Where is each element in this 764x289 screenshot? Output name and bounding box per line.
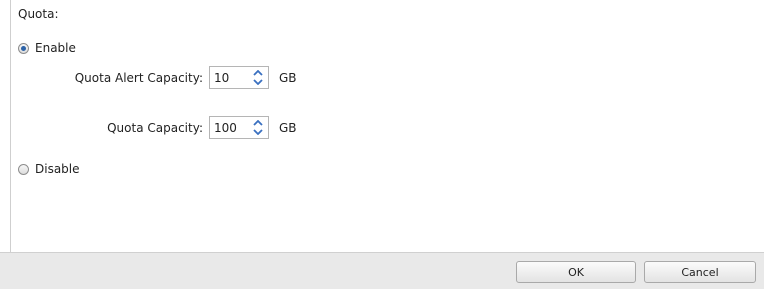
disable-radio-row[interactable]: Disable xyxy=(18,162,80,176)
alert-capacity-input[interactable] xyxy=(210,70,250,85)
capacity-row: Quota Capacity: GB xyxy=(0,116,297,139)
alert-capacity-label: Quota Alert Capacity: xyxy=(74,70,203,85)
disable-radio[interactable] xyxy=(18,163,29,175)
chevron-up-icon[interactable] xyxy=(250,119,266,127)
alert-capacity-spinner[interactable] xyxy=(250,69,266,86)
chevron-down-icon[interactable] xyxy=(250,78,266,86)
alert-capacity-stepper[interactable] xyxy=(209,66,269,89)
disable-label: Disable xyxy=(35,162,80,176)
chevron-up-icon[interactable] xyxy=(250,69,266,77)
capacity-label: Quota Capacity: xyxy=(107,120,203,135)
enable-radio[interactable] xyxy=(18,42,29,54)
enable-radio-row[interactable]: Enable xyxy=(18,41,76,55)
dialog-footer: OK Cancel xyxy=(0,252,764,289)
quota-section-label: Quota: xyxy=(18,7,59,21)
capacity-spinner[interactable] xyxy=(250,119,266,136)
capacity-unit: GB xyxy=(279,120,297,135)
ok-button[interactable]: OK xyxy=(516,261,636,283)
alert-capacity-row: Quota Alert Capacity: GB xyxy=(0,66,297,89)
capacity-input[interactable] xyxy=(210,120,250,135)
alert-capacity-unit: GB xyxy=(279,70,297,85)
capacity-stepper[interactable] xyxy=(209,116,269,139)
enable-label: Enable xyxy=(35,41,76,55)
chevron-down-icon[interactable] xyxy=(250,128,266,136)
cancel-button[interactable]: Cancel xyxy=(644,261,756,283)
